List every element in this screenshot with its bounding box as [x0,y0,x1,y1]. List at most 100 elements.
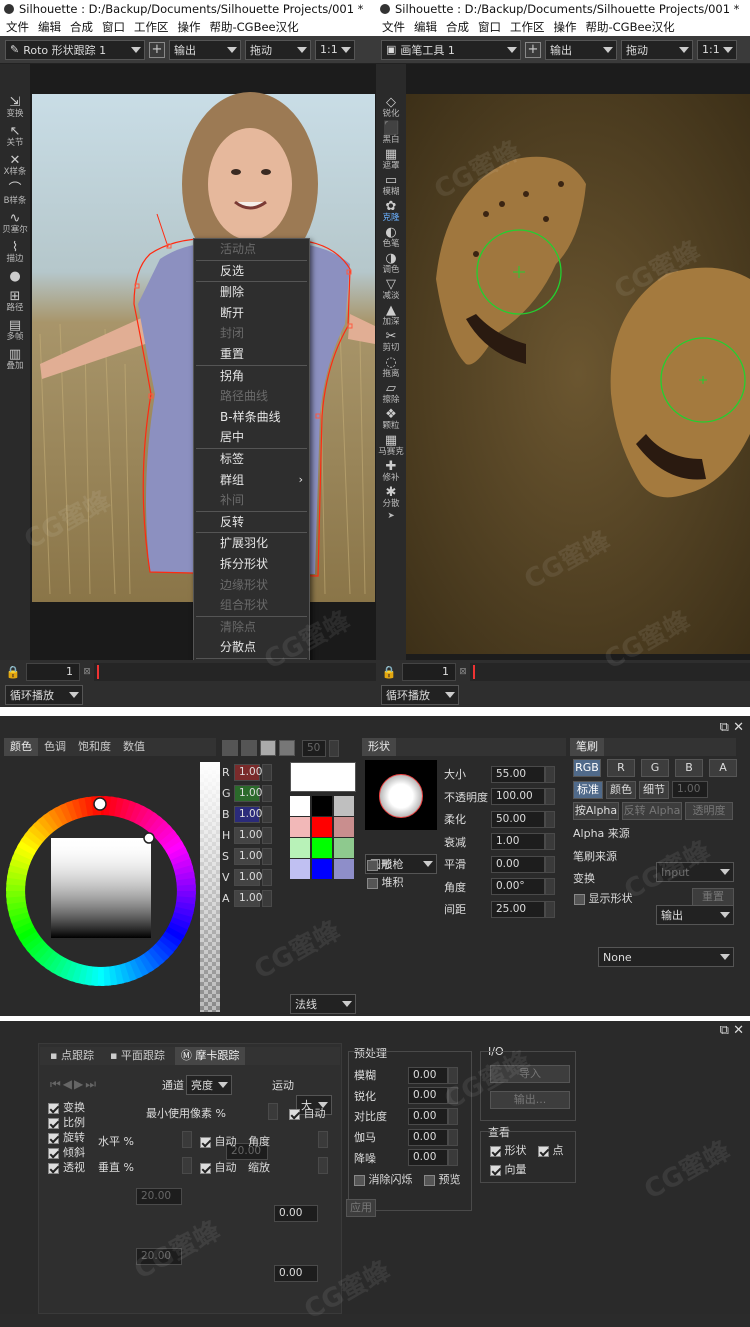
alpha-button[interactable]: 按Alpha [573,802,619,820]
sample-icon[interactable] [222,740,238,756]
channel-value-field[interactable]: 1.00 [234,785,262,802]
pointer-icon[interactable]: ➤ [376,512,406,521]
lock-icon[interactable]: 🔒 [376,665,402,679]
menu-item[interactable]: 合成 [70,19,93,35]
lock-icon[interactable]: 🔒 [0,665,26,679]
color-swatch[interactable] [290,838,310,858]
preview-checkbox[interactable] [424,1174,435,1186]
close-icon[interactable]: ✕ [733,1023,744,1038]
mode-combo[interactable]: 拖动 [245,39,311,60]
preprocess-field[interactable]: 0.00 [408,1149,448,1167]
show-shape-option[interactable]: 显示形状 [574,890,633,906]
vertical-auto[interactable]: 自动 [200,1159,237,1175]
tracker-checkbox[interactable] [48,1162,59,1174]
roto-tool[interactable]: ↖ 关节 [0,125,30,148]
hue-handle[interactable] [93,797,107,811]
channel-spin[interactable] [262,869,272,886]
paint-tool[interactable]: ✂ 剪切 [376,330,406,353]
alpha-strip[interactable] [200,762,220,1012]
menu-item[interactable]: 工作区 [134,19,169,35]
loop-combo[interactable]: 循环播放 [381,685,459,705]
shape-checkbox[interactable] [490,1145,501,1157]
mode-combo[interactable]: 拖动 [621,39,693,60]
brush-mode-value[interactable]: 1.00 [672,781,708,798]
alpha-button[interactable]: 反转 Alpha [622,802,682,820]
roto-tool[interactable]: ∿ 贝塞尔 [0,212,30,235]
channel-combo[interactable]: 亮度 [186,1075,232,1095]
export-button[interactable]: 输出... [490,1091,570,1109]
current-color-swatch[interactable] [290,762,356,792]
loop-combo[interactable]: 循环播放 [5,685,83,705]
tracker-check-row[interactable]: 旋转 [48,1129,85,1144]
close-icon[interactable]: ✕ [733,720,744,735]
tracker-check-row[interactable]: 透视 [48,1159,85,1174]
horizontal-icon[interactable] [279,740,295,756]
auto-checkbox[interactable] [289,1108,300,1120]
menu-item[interactable]: 编辑 [38,19,61,35]
tracker-tab[interactable]: Ⓜ 摩卡跟踪 [174,1047,246,1065]
roto-tool[interactable]: ● [0,270,30,284]
context-menu-item[interactable]: 居中 [194,427,309,448]
paint-tool[interactable]: ▱ 擦除 [376,382,406,405]
spray-checkbox[interactable] [367,859,378,871]
shape-param-spin[interactable] [545,878,555,896]
slider-spin-buttons[interactable] [329,740,339,757]
track-transport-icons[interactable]: ⏮◀▶⏭ [50,1077,98,1092]
menu-item[interactable]: 文件 [6,19,29,35]
transform-combo[interactable]: None [598,947,734,967]
context-menu-item[interactable]: B-样条曲线 [194,407,309,428]
reset-button[interactable]: 重置 [692,888,734,906]
paint-tool[interactable]: ❖ 颗粒 [376,408,406,431]
roto-tool[interactable]: ▥ 叠加 [0,348,30,371]
shape-param-spin[interactable] [545,810,555,828]
color-swatch[interactable] [312,817,332,837]
shape-param-spin[interactable] [545,855,555,873]
paint-tool[interactable]: ▲ 加深 [376,304,406,327]
color-swatch[interactable] [290,859,310,879]
preprocess-spin[interactable] [448,1149,458,1167]
channel-spin[interactable] [262,890,272,907]
paint-node-combo[interactable]: ▣ 画笔工具 1 [381,39,521,60]
vector-checkbox[interactable] [490,1164,501,1176]
preview-option[interactable]: 预览 [424,1171,461,1187]
color-swatch[interactable] [334,817,354,837]
color-swatch[interactable] [290,817,310,837]
deflicker-option[interactable]: 消除闪烁 [354,1171,413,1187]
channel-value-field[interactable]: 1.00 [234,848,262,865]
keyframe-icon[interactable]: ⊠ [456,667,470,677]
paint-tool[interactable]: ⬛ 黑白 [376,122,406,145]
preprocess-field[interactable]: 0.00 [408,1087,448,1105]
channel-spin[interactable] [262,827,272,844]
shape-param-spin[interactable] [545,900,555,918]
shape-param-field[interactable]: 100.00 [491,788,545,806]
playhead[interactable] [473,665,475,679]
shape-param-field[interactable]: 55.00 [491,765,545,783]
channel-button[interactable]: B [675,759,703,777]
paint-tool[interactable]: ◇ 锐化 [376,96,406,119]
context-menu-item[interactable]: 标签 [194,449,309,470]
tracker-checkbox[interactable] [48,1102,59,1114]
preprocess-spin[interactable] [448,1128,458,1146]
preprocess-field[interactable]: 0.00 [408,1066,448,1084]
shape-param-field[interactable]: 50.00 [491,810,545,828]
roto-tool[interactable]: ⇲ 变换 [0,96,30,119]
frame-field[interactable]: 1 [26,663,80,681]
view-point-option[interactable]: 点 [538,1142,564,1158]
channel-spin[interactable] [262,785,272,802]
context-menu-item[interactable]: 删除 [194,282,309,303]
channel-spin[interactable] [262,848,272,865]
context-menu-item[interactable]: 拆分形状 [194,554,309,575]
sv-handle[interactable] [143,832,155,844]
node-select-combo[interactable]: ✎ Roto 形状跟踪 1 [5,39,145,60]
menu-item[interactable]: 文件 [382,19,405,35]
color-tab[interactable]: 饱和度 [72,738,117,756]
shape-param-field[interactable]: 0.00 [491,855,545,873]
paint-tool[interactable]: ▽ 减淡 [376,278,406,301]
roto-tool[interactable]: ✕ X样条 [0,154,30,177]
menu-item[interactable]: 编辑 [414,19,437,35]
tracker-checkbox[interactable] [48,1132,59,1144]
min-pixels-auto[interactable]: 自动 [289,1105,326,1121]
brush-mode-button[interactable]: 颜色 [606,781,636,799]
vertical-field[interactable]: 20.00 [136,1248,182,1265]
color-tab[interactable]: 颜色 [4,738,38,756]
